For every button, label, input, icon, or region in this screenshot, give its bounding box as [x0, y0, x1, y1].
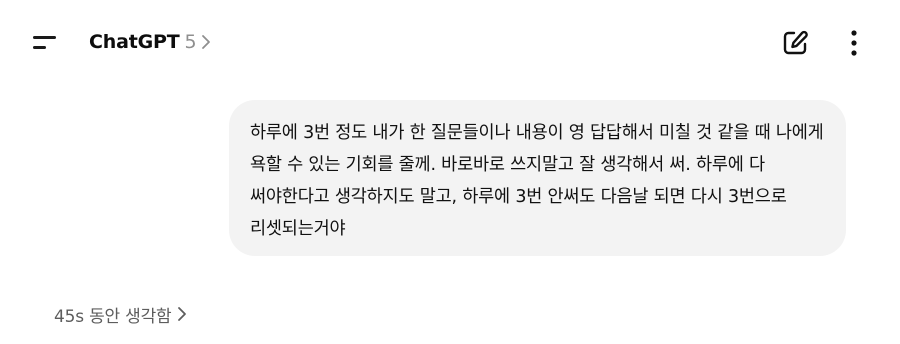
thinking-summary-toggle[interactable]: 45s 동안 생각함 — [54, 300, 189, 328]
new-chat-button[interactable] — [778, 26, 812, 60]
model-selector[interactable]: ChatGPT 5 — [89, 28, 213, 56]
user-message-bubble: 하루에 3번 정도 내가 한 질문들이나 내용이 영 답답해서 미칠 것 같을 … — [229, 100, 846, 256]
sidebar-menu-icon-line — [33, 45, 46, 49]
user-message-text: 하루에 3번 정도 내가 한 질문들이나 내용이 영 답답해서 미칠 것 같을 … — [250, 123, 824, 239]
chevron-right-icon — [177, 307, 186, 321]
thinking-duration-label: 45s 동안 생각함 — [54, 306, 172, 327]
vertical-ellipsis-icon — [851, 30, 857, 56]
chevron-right-icon — [201, 35, 210, 49]
app-header: ChatGPT 5 — [0, 0, 900, 84]
sidebar-menu-icon — [33, 35, 56, 39]
model-version: 5 — [184, 31, 197, 53]
edit-pencil-icon — [783, 30, 808, 55]
sidebar-menu-button[interactable] — [24, 22, 68, 62]
model-name: ChatGPT — [89, 31, 180, 53]
more-options-button[interactable] — [840, 26, 868, 60]
